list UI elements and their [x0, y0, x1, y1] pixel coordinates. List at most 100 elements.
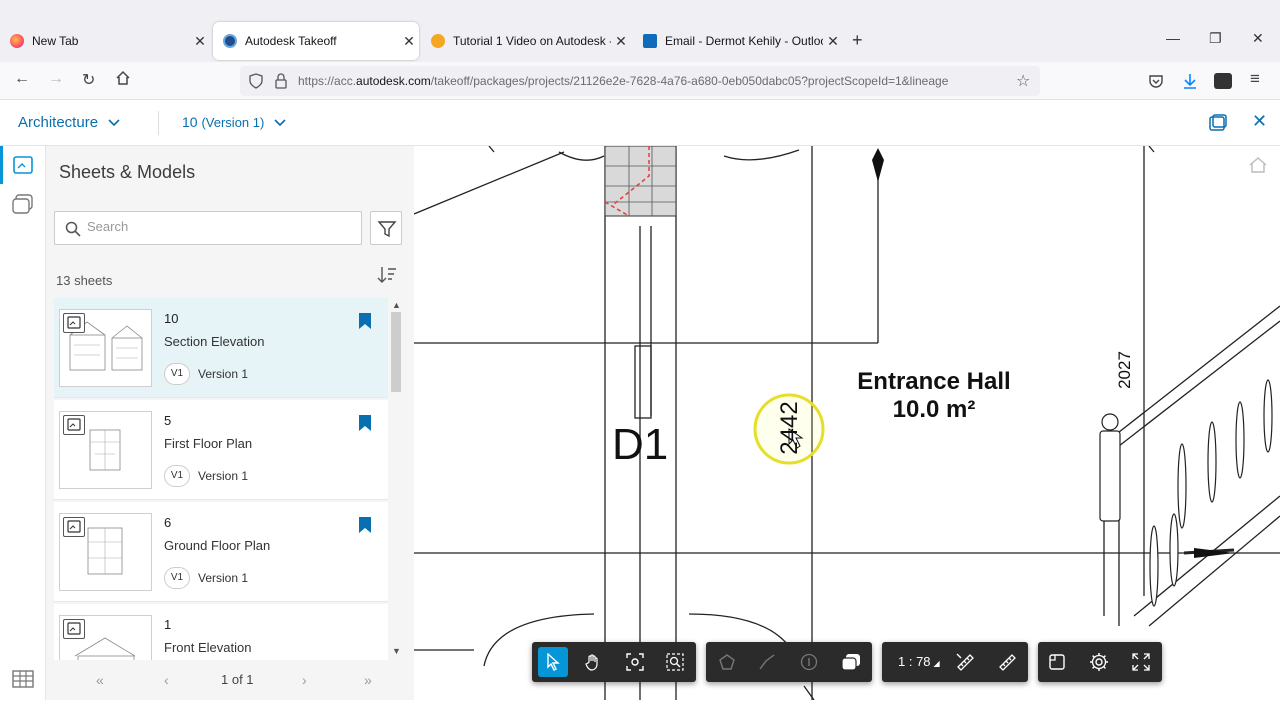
- fit-icon: [626, 653, 644, 671]
- sheet-number: 5: [164, 413, 172, 428]
- tab-autodesk-takeoff[interactable]: Autodesk Takeoff ✕: [213, 22, 419, 60]
- sheet-card[interactable]: 6 Ground Floor Plan V1 Version 1: [54, 502, 388, 602]
- sheet-name: First Floor Plan: [164, 436, 253, 451]
- minimize-icon[interactable]: —: [1166, 30, 1180, 46]
- scale-readout[interactable]: 1 : 78 ◢: [898, 654, 940, 669]
- sheet-version-selector[interactable]: 10 (Version 1): [182, 114, 286, 130]
- version-label: Version 1: [198, 367, 249, 381]
- close-icon[interactable]: ✕: [611, 33, 631, 50]
- new-tab-plus-icon[interactable]: +: [852, 30, 863, 51]
- prev-page-icon[interactable]: ‹: [164, 672, 169, 688]
- bookmark-icon[interactable]: [358, 516, 372, 534]
- star-bookmark-icon[interactable]: ☆: [1016, 71, 1030, 91]
- sheet-list-scrollbar[interactable]: ▲ ▼: [389, 298, 403, 660]
- extension-icon[interactable]: [1214, 73, 1232, 89]
- back-icon[interactable]: ←: [14, 70, 30, 88]
- polygon-icon: [719, 654, 735, 670]
- tab-new-tab[interactable]: New Tab ✕: [0, 22, 210, 60]
- bookmark-icon[interactable]: [358, 414, 372, 432]
- fit-view-button[interactable]: [620, 647, 650, 677]
- search-box[interactable]: [54, 211, 362, 245]
- sheet-card[interactable]: 5 First Floor Plan V1 Version 1: [54, 400, 388, 500]
- home-view-icon[interactable]: [1248, 156, 1268, 174]
- firefox-icon: [10, 34, 24, 48]
- search-input[interactable]: [87, 219, 347, 234]
- filter-icon: [377, 221, 397, 238]
- zoom-window-button[interactable]: [660, 647, 690, 677]
- sheet-view-icon: [1049, 654, 1065, 670]
- page-indicator: 1 of 1: [221, 672, 254, 687]
- bookmark-icon[interactable]: [358, 312, 372, 330]
- autodesk-icon: [223, 34, 237, 48]
- next-page-icon[interactable]: ›: [302, 672, 307, 688]
- url-domain: autodesk.com: [356, 74, 431, 88]
- scroll-up-icon[interactable]: ▲: [392, 300, 401, 310]
- linear-tool-button[interactable]: [752, 647, 782, 677]
- filter-button[interactable]: [370, 211, 402, 245]
- layers-button[interactable]: [836, 647, 866, 677]
- download-icon[interactable]: [1182, 72, 1198, 90]
- split-view-icon[interactable]: [1208, 113, 1228, 133]
- lock-icon[interactable]: [274, 73, 288, 89]
- search-icon: [65, 221, 81, 237]
- sheet-card[interactable]: 1 Front Elevation: [54, 604, 388, 660]
- count-icon: [800, 653, 818, 671]
- layers-icon: [841, 654, 860, 671]
- tab-outlook-email[interactable]: Email - Dermot Kehily - Outlook ✕: [633, 22, 843, 60]
- close-icon[interactable]: ✕: [190, 33, 210, 50]
- window-close-icon[interactable]: ✕: [1252, 30, 1264, 47]
- pocket-icon[interactable]: [1148, 73, 1164, 89]
- version-badge: V1: [164, 567, 190, 589]
- sheets-icon[interactable]: [13, 156, 33, 174]
- menu-hamburger-icon[interactable]: ≡: [1250, 69, 1260, 89]
- room-label[interactable]: Entrance Hall 10.0 m²: [844, 368, 1024, 424]
- sheet-version: (Version 1): [201, 115, 265, 130]
- count-tool-button[interactable]: [794, 647, 824, 677]
- sheet-name: Front Elevation: [164, 640, 252, 655]
- fullscreen-button[interactable]: [1126, 647, 1156, 677]
- tab-title: Email - Dermot Kehily - Outlook: [665, 34, 823, 48]
- sheet-thumbnail: [59, 411, 152, 489]
- door-tag-label: D1: [612, 420, 669, 469]
- calibrate-icon: [956, 653, 974, 671]
- area-tool-button[interactable]: [712, 647, 742, 677]
- url-text[interactable]: https://acc.autodesk.com/takeoff/package…: [298, 74, 1010, 88]
- sheet-view-button[interactable]: [1042, 647, 1072, 677]
- sort-icon[interactable]: [376, 264, 398, 286]
- polyline-icon: [759, 654, 775, 670]
- models-icon[interactable]: [12, 194, 34, 214]
- pagination: « ‹ 1 of 1 › »: [46, 660, 414, 700]
- zoom-window-icon: [666, 653, 684, 671]
- forward-icon[interactable]: →: [48, 70, 64, 88]
- sheet-card[interactable]: 10 Section Elevation V1 Version 1: [54, 298, 388, 398]
- close-viewer-icon[interactable]: ✕: [1252, 111, 1267, 132]
- last-page-icon[interactable]: »: [364, 672, 372, 688]
- browser-nav-bar: ← → ↻ https://acc.autodesk.com/takeoff/p…: [0, 62, 1280, 100]
- pan-tool-button[interactable]: [578, 647, 608, 677]
- scroll-down-icon[interactable]: ▼: [392, 646, 401, 656]
- home-icon[interactable]: [115, 70, 131, 91]
- calibrate-button[interactable]: [950, 647, 980, 677]
- restore-icon[interactable]: ❐: [1209, 30, 1222, 47]
- table-icon[interactable]: [12, 670, 34, 688]
- first-page-icon[interactable]: «: [96, 672, 104, 688]
- select-tool-button[interactable]: [538, 647, 568, 677]
- shield-icon[interactable]: [248, 73, 264, 89]
- close-icon[interactable]: ✕: [823, 33, 843, 50]
- takeoff-toolbar: [706, 642, 872, 682]
- room-area: 10.0 m²: [892, 396, 976, 423]
- measure-button[interactable]: [992, 647, 1022, 677]
- address-bar[interactable]: https://acc.autodesk.com/takeoff/package…: [240, 66, 1040, 96]
- project-selector[interactable]: Architecture: [18, 114, 120, 131]
- reload-icon[interactable]: ↻: [82, 70, 95, 90]
- app-header: Architecture 10 (Version 1) ✕: [0, 100, 1280, 146]
- outlook-icon: [643, 34, 657, 48]
- sheet-name: Section Elevation: [164, 334, 265, 349]
- drawing-canvas[interactable]: D1 Entrance Hall 10.0 m² 2442 2027: [414, 146, 1280, 700]
- close-icon[interactable]: ✕: [399, 33, 419, 50]
- tab-title: Autodesk Takeoff: [245, 34, 337, 48]
- tab-tutorial-video[interactable]: Tutorial 1 Video on Autodesk - I ✕: [421, 22, 631, 60]
- scrollbar-thumb[interactable]: [391, 312, 401, 392]
- settings-button[interactable]: [1084, 647, 1114, 677]
- sheet-count: 13 sheets: [56, 273, 113, 288]
